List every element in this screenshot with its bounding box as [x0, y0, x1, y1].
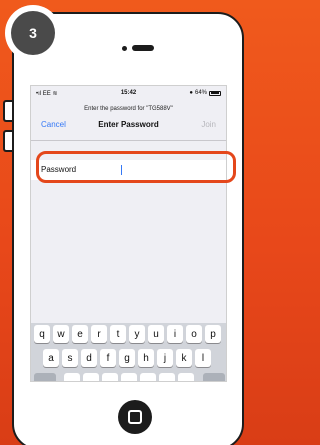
side-volume-button-lower	[3, 130, 12, 152]
join-button[interactable]: Join	[201, 120, 216, 129]
nav-divider	[31, 140, 226, 141]
key-partial-4[interactable]	[121, 373, 137, 381]
key-a[interactable]: a	[43, 349, 59, 367]
key-s[interactable]: s	[62, 349, 78, 367]
nav-bar: Enter Password Cancel Join	[31, 120, 226, 134]
step-badge: 3	[5, 5, 61, 61]
keyboard-row-2: a s d f g h j k l	[31, 349, 226, 367]
key-partial-6[interactable]	[159, 373, 175, 381]
battery-percent: 64%	[194, 90, 207, 96]
cancel-button[interactable]: Cancel	[41, 120, 66, 129]
key-g[interactable]: g	[119, 349, 135, 367]
shift-key[interactable]	[34, 373, 56, 381]
key-partial-1[interactable]	[64, 373, 80, 381]
front-camera	[122, 46, 127, 51]
key-e[interactable]: e	[72, 325, 88, 343]
key-f[interactable]: f	[100, 349, 116, 367]
key-t[interactable]: t	[110, 325, 126, 343]
key-r[interactable]: r	[91, 325, 107, 343]
side-volume-button-upper	[3, 100, 12, 122]
key-q[interactable]: q	[34, 325, 50, 343]
key-i[interactable]: i	[167, 325, 183, 343]
phone-screen: •ıl EE ≋ 15:42 ● 64% Enter the password …	[30, 85, 227, 382]
key-d[interactable]: d	[81, 349, 97, 367]
home-button[interactable]	[118, 400, 152, 434]
earpiece-speaker	[132, 45, 154, 51]
battery-icon	[209, 90, 221, 96]
battery-indicator: ● 64%	[189, 90, 221, 96]
key-partial-3[interactable]	[102, 373, 118, 381]
key-o[interactable]: o	[186, 325, 202, 343]
key-partial-5[interactable]	[140, 373, 156, 381]
onscreen-keyboard: q w e r t y u i o p a s d f g h j k l	[31, 323, 226, 381]
alarm-icon: ●	[189, 90, 193, 96]
key-partial-2[interactable]	[83, 373, 99, 381]
key-p[interactable]: p	[205, 325, 221, 343]
status-bar: •ıl EE ≋ 15:42 ● 64%	[31, 90, 226, 100]
home-square-icon	[128, 410, 142, 424]
keyboard-row-3	[31, 373, 226, 381]
password-highlight-outline	[36, 151, 236, 183]
wifi-prompt: Enter the password for "TG588V"	[84, 106, 173, 112]
key-u[interactable]: u	[148, 325, 164, 343]
key-w[interactable]: w	[53, 325, 69, 343]
key-h[interactable]: h	[138, 349, 154, 367]
delete-key[interactable]	[203, 373, 225, 381]
key-k[interactable]: k	[176, 349, 192, 367]
key-j[interactable]: j	[157, 349, 173, 367]
key-l[interactable]: l	[195, 349, 211, 367]
key-partial-7[interactable]	[178, 373, 194, 381]
key-y[interactable]: y	[129, 325, 145, 343]
keyboard-row-1: q w e r t y u i o p	[31, 325, 226, 343]
step-number: 3	[11, 11, 55, 55]
